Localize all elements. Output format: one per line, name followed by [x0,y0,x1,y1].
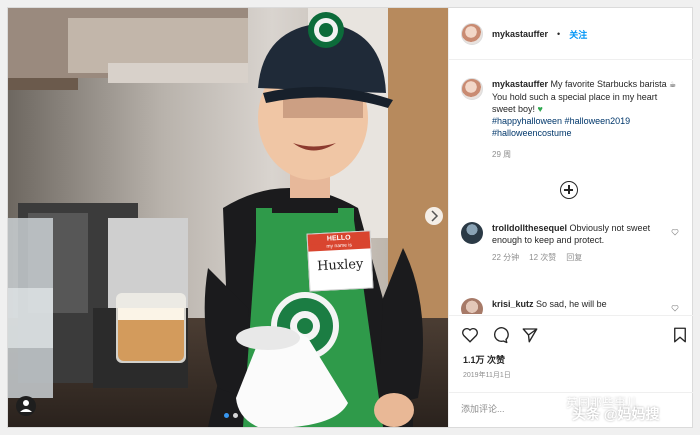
wechat-icon [544,400,562,414]
comment-reply[interactable]: 回复 [566,252,582,264]
comment-like-icon[interactable] [671,228,679,236]
comment-item: trolldollthesequel Obviously not sweet e… [461,222,689,264]
add-comment-input[interactable]: 添加评论... [461,402,505,415]
input-divider [449,392,693,393]
carousel-dot-active [224,413,229,418]
load-more-icon[interactable] [560,181,578,199]
comment-item-partial: krisi_kutz So sad, he will be [461,298,689,314]
post-side-panel: mykastauffer • 关注 mykastauffer My favori… [448,8,693,427]
caption-time: 29 周 [492,150,512,159]
comment-meta: 22 分钟 12 次赞 回复 [492,252,662,264]
comment-username[interactable]: trolldollthesequel [492,223,567,233]
comment-time: 22 分钟 [492,253,520,262]
hashtags-line-1[interactable]: #happyhalloween #halloween2019 [492,116,630,126]
watermark: 英国那些事儿 头条 @妈妈搜 [540,394,690,428]
action-bar [461,326,689,344]
comment-username[interactable]: krisi_kutz [492,299,534,309]
comment-avatar[interactable] [461,298,483,314]
actions-divider [449,315,693,316]
post-date: 2019年11月1日 [463,372,511,379]
emoji-icon: ☕ [669,80,677,89]
like-heart-icon[interactable] [461,326,479,344]
caption-body-b: You hold such a special place in my hear… [492,92,658,114]
caption-username[interactable]: mykastauffer [492,79,548,89]
comment-text: So sad, he will be [536,299,607,309]
name-badge: HELLO my name is Huxley [306,230,374,292]
hashtags-line-2[interactable]: #halloweencostume [492,128,572,138]
likes-count[interactable]: 1.1万 次赞 [463,353,505,366]
comment-like-icon[interactable] [671,304,679,312]
green-heart-icon: ♥ [537,104,543,114]
caption-text: mykastauffer My favorite Starbucks baris… [492,78,682,161]
instagram-post: HELLO my name is Huxley mykastauffer • 关… [7,7,693,428]
caption-block: mykastauffer My favorite Starbucks baris… [461,78,689,161]
comment-body: trolldollthesequel Obviously not sweet e… [492,222,662,264]
header-dot: • [557,29,561,39]
comment-body: krisi_kutz So sad, he will be [492,298,662,314]
caption-avatar[interactable] [461,78,483,100]
carousel-dot [233,413,238,418]
header-divider [449,59,693,60]
caption-body-a: My favorite Starbucks barista [550,79,667,89]
header-username[interactable]: mykastauffer [492,29,548,39]
comment-likes[interactable]: 12 次赞 [529,252,556,264]
photo-illustration [8,8,448,427]
post-header: mykastauffer • 关注 [461,23,587,45]
bookmark-icon[interactable] [671,326,689,344]
badge-name: Huxley [316,256,364,275]
post-photo[interactable]: HELLO my name is Huxley [8,8,448,427]
comment-bubble-icon[interactable] [491,326,509,344]
watermark-line-2: 头条 @妈妈搜 [572,406,660,422]
share-send-icon[interactable] [521,326,539,344]
comment-avatar[interactable] [461,222,483,244]
follow-button[interactable]: 关注 [569,28,587,41]
carousel-dots [224,413,238,418]
avatar[interactable] [461,23,483,45]
